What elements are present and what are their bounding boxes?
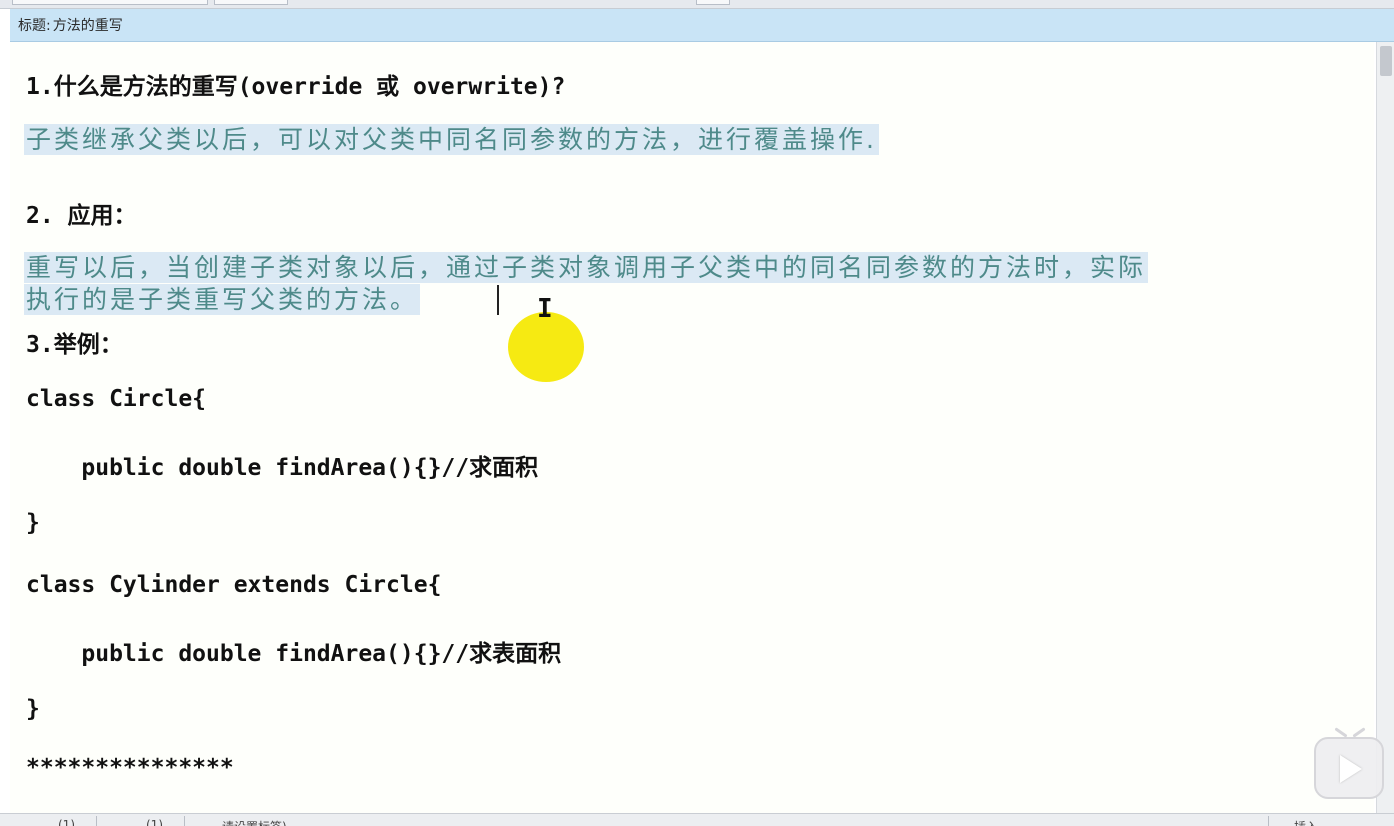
code-line: public double findArea(){}//求表面积 [26,641,562,667]
stars-divider: *************** [26,755,234,781]
title-label: 标题: [18,18,51,34]
code-line: } [26,510,40,536]
play-icon[interactable] [1314,727,1384,799]
question-3: 3.举例： [26,332,123,358]
answer-2-line-1: 重写以后，当创建子类对象以后，通过子类对象调用子父类中的同名同参数的方法时，实际 [24,248,1149,284]
code-line: class Cylinder extends Circle{ [26,572,442,598]
toolbar-field[interactable] [214,0,288,5]
toolbar-field[interactable] [12,0,208,5]
code-line: public double findArea(){}//求面积 [26,455,539,481]
title-value[interactable]: 方法的重写 [53,15,123,35]
answer-2-line-1-text: 重写以后，当创建子类对象以后，通过子类对象调用子父类中的同名同参数的方法时，实际 [24,252,1149,283]
vertical-scrollbar[interactable] [1376,42,1394,813]
note-editor[interactable]: 1.什么是方法的重写(override 或 overwrite)? 子类继承父类… [10,42,1374,813]
status-bar: (1) (1) 请设置标签) 插入 [0,813,1394,826]
play-triangle [1340,755,1362,783]
scrollbar-thumb[interactable] [1380,46,1392,76]
answer-1-text: 子类继承父类以后，可以对父类中同名同参数的方法，进行覆盖操作. [24,124,879,155]
answer-2-line-2-text: 执行的是子类重写父类的方法。 [24,284,421,315]
question-2: 2. 应用： [26,203,137,229]
answer-1: 子类继承父类以后，可以对父类中同名同参数的方法，进行覆盖操作. [24,120,879,156]
code-line: } [26,696,40,722]
toolbar-button[interactable] [696,0,730,5]
text-caret [497,285,499,315]
code-line: class Circle{ [26,386,207,412]
note-title-bar: 标题: 方法的重写 [10,9,1394,42]
top-toolbar-strip [0,0,1394,9]
ibeam-cursor-icon: I [537,294,553,324]
question-1: 1.什么是方法的重写(override 或 overwrite)? [26,74,566,100]
answer-2-line-2: 执行的是子类重写父类的方法。 [24,280,421,316]
